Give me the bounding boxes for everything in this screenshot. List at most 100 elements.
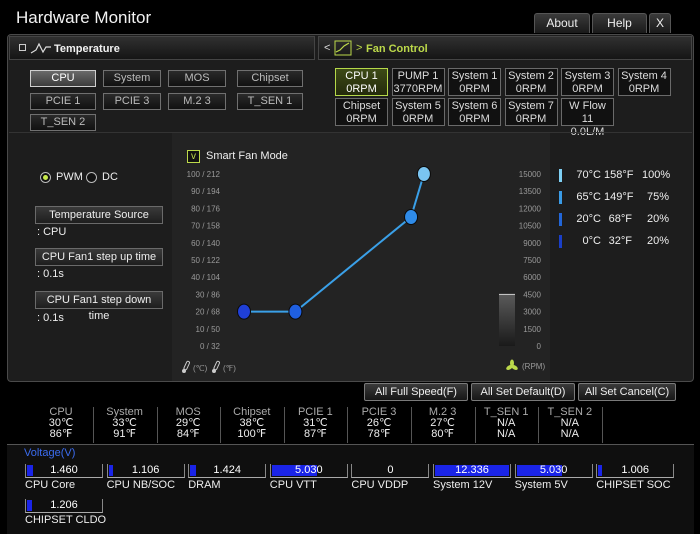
collapse-icon[interactable] [19,44,26,51]
voltage-meter-dram: 1.424 [188,464,267,478]
temperature-title: Temperature [54,43,120,55]
fan-value: 0RPM [402,113,434,125]
reading-divider [601,407,603,443]
fan-curve-chart[interactable]: 100 / 212 90 / 194 80 / 176 70 / 158 60 / 14… [172,160,550,380]
left-tick-label: 60 / 140 [191,239,220,248]
temperature-source-chipset[interactable]: Chipset [237,70,303,87]
close-button[interactable]: X [649,13,671,33]
rpm-level-bar [499,294,515,346]
temperature-source-value[interactable]: : CPU [37,226,66,238]
collapse-left-icon[interactable]: < [324,42,330,54]
voltage-meter-cpu-vtt: 5.030 [269,464,348,478]
right-tick-label: 3000 [523,308,541,317]
voltage-meter-cpu-nb-soc: 1.106 [106,464,185,478]
legend-fahrenheit: 68°F [608,213,632,225]
temperature-reading-system: System 33℃ 91℉ [95,407,155,440]
about-button[interactable]: About [534,13,590,33]
reading-fahrenheit: 86℉ [49,428,73,440]
all-set-default-button[interactable]: All Set Default(D) [471,383,575,401]
legend-swatch [559,169,562,182]
fan-curve-line [244,173,425,313]
curve-point-2[interactable] [288,303,303,320]
curve-point-1[interactable] [237,303,251,320]
right-tick-label: 13500 [519,187,542,196]
pwm-radio[interactable]: PWM [40,171,83,186]
voltage-name: System 5V [514,479,568,491]
fan-value: 0RPM [459,113,490,125]
step-down-value[interactable]: : 0.1s [37,312,64,324]
left-tick-label: 10 / 50 [196,325,221,334]
legend-fahrenheit: 149°F [604,191,634,203]
fan-control-header: < > Fan Control [318,36,692,60]
app-title: Hardware Monitor [16,8,152,27]
dc-radio[interactable]: DC [86,171,118,186]
fan-chipset-button[interactable]: Chipset 0RPM [335,98,388,126]
reading-fahrenheit: N/A [497,428,516,440]
fan-name: CPU 1 [345,70,378,82]
voltage-name: CPU NB/SOC [106,479,176,491]
dc-radio-dot[interactable] [86,172,97,183]
fan-value: 0RPM [459,83,490,95]
voltage-meter-chipset-cldo: 1.206 [25,499,103,513]
fan-system-1-button[interactable]: System 1 0RPM [448,68,501,96]
fan-w-flow-11-button[interactable]: W Flow 11 0.0L/M [561,98,614,138]
right-tick-label: 6000 [523,273,541,282]
fan-system-4-button[interactable]: System 4 0RPM [617,68,671,96]
voltage-meter-system-12v: 12.336 [433,464,511,478]
fan-system-2-button[interactable]: System 2 0RPM [504,68,558,96]
curve-point-4[interactable] [416,166,431,182]
reading-fahrenheit: 91℉ [113,428,136,440]
fan-system-6-button[interactable]: System 6 0RPM [448,98,501,126]
temperature-source-t-sen-1[interactable]: T_SEN 1 [237,93,303,110]
all-set-cancel-button[interactable]: All Set Cancel(C) [578,383,676,401]
step-up-value[interactable]: : 0.1s [37,268,64,280]
fan-name: System 2 [508,70,554,82]
fan-system-7-button[interactable]: System 7 0RPM [504,98,558,126]
temperature-source-pcie-3[interactable]: PCIE 3 [103,93,161,110]
voltage-value: 1.460 [50,464,78,476]
temperature-reading-mos: MOS 29℃ 84℉ [158,407,218,440]
voltage-name: CPU VDDP [351,479,409,491]
fan-cpu-1-button[interactable]: CPU 1 0RPM [335,68,388,96]
fan-system-3-button[interactable]: System 3 0RPM [561,68,614,96]
fan-value: 3770RPM [393,83,443,95]
temperature-header: Temperature [9,36,315,60]
temperature-source-t-sen-2[interactable]: T_SEN 2 [30,114,96,131]
temperature-reading-t-sen-2: T_SEN 2 N/A N/A [540,407,600,440]
voltage-value: 5.030 [295,464,323,476]
voltage-value: 5.030 [539,464,568,476]
curve-point-3[interactable] [404,209,419,225]
temperature-reading-chipset: Chipset 38℃ 100℉ [222,407,282,440]
legend-percent: 75% [646,191,669,203]
help-button[interactable]: Help [592,13,647,33]
right-tick-label: 0 [537,342,542,351]
fan-graph-icon [334,40,352,56]
temperature-source-mos[interactable]: MOS [168,70,226,87]
legend-fahrenheit: 158°F [604,169,634,181]
all-full-speed-button[interactable]: All Full Speed(F) [364,383,468,401]
thermometer-c-icon-bulb [182,369,186,373]
fan-name: System 7 [508,100,554,112]
right-tick-label: 12000 [519,204,542,213]
right-tick-label: 15000 [519,170,542,179]
y-axis-label-rpm: (RPM) [522,362,545,371]
legend-fahrenheit: 32°F [608,235,632,247]
voltage-value: 1.424 [213,464,241,476]
fan-value: 0RPM [572,83,603,95]
fan-pump-1-button[interactable]: PUMP 1 3770RPM [391,68,445,96]
thermometer-f-icon-body [213,360,220,371]
temperature-source-m-2-3[interactable]: M.2 3 [168,93,226,110]
legend-swatch [559,235,562,248]
thermometer-c-icon-body [183,360,190,371]
reading-fahrenheit: 87℉ [304,428,327,440]
voltage-title: Voltage(V) [24,447,76,459]
reading-fahrenheit: 80℉ [431,428,454,440]
temperature-source-cpu[interactable]: CPU [30,70,96,87]
pwm-radio-dot[interactable] [40,172,51,183]
temperature-source-system[interactable]: System [103,70,161,87]
temperature-source-pcie-1[interactable]: PCIE 1 [30,93,96,110]
fan-system-5-button[interactable]: System 5 0RPM [391,98,445,126]
voltage-meter-chipset-soc: 1.006 [596,464,675,478]
dc-label: DC [102,171,118,183]
legend-percent: 20% [646,213,669,225]
